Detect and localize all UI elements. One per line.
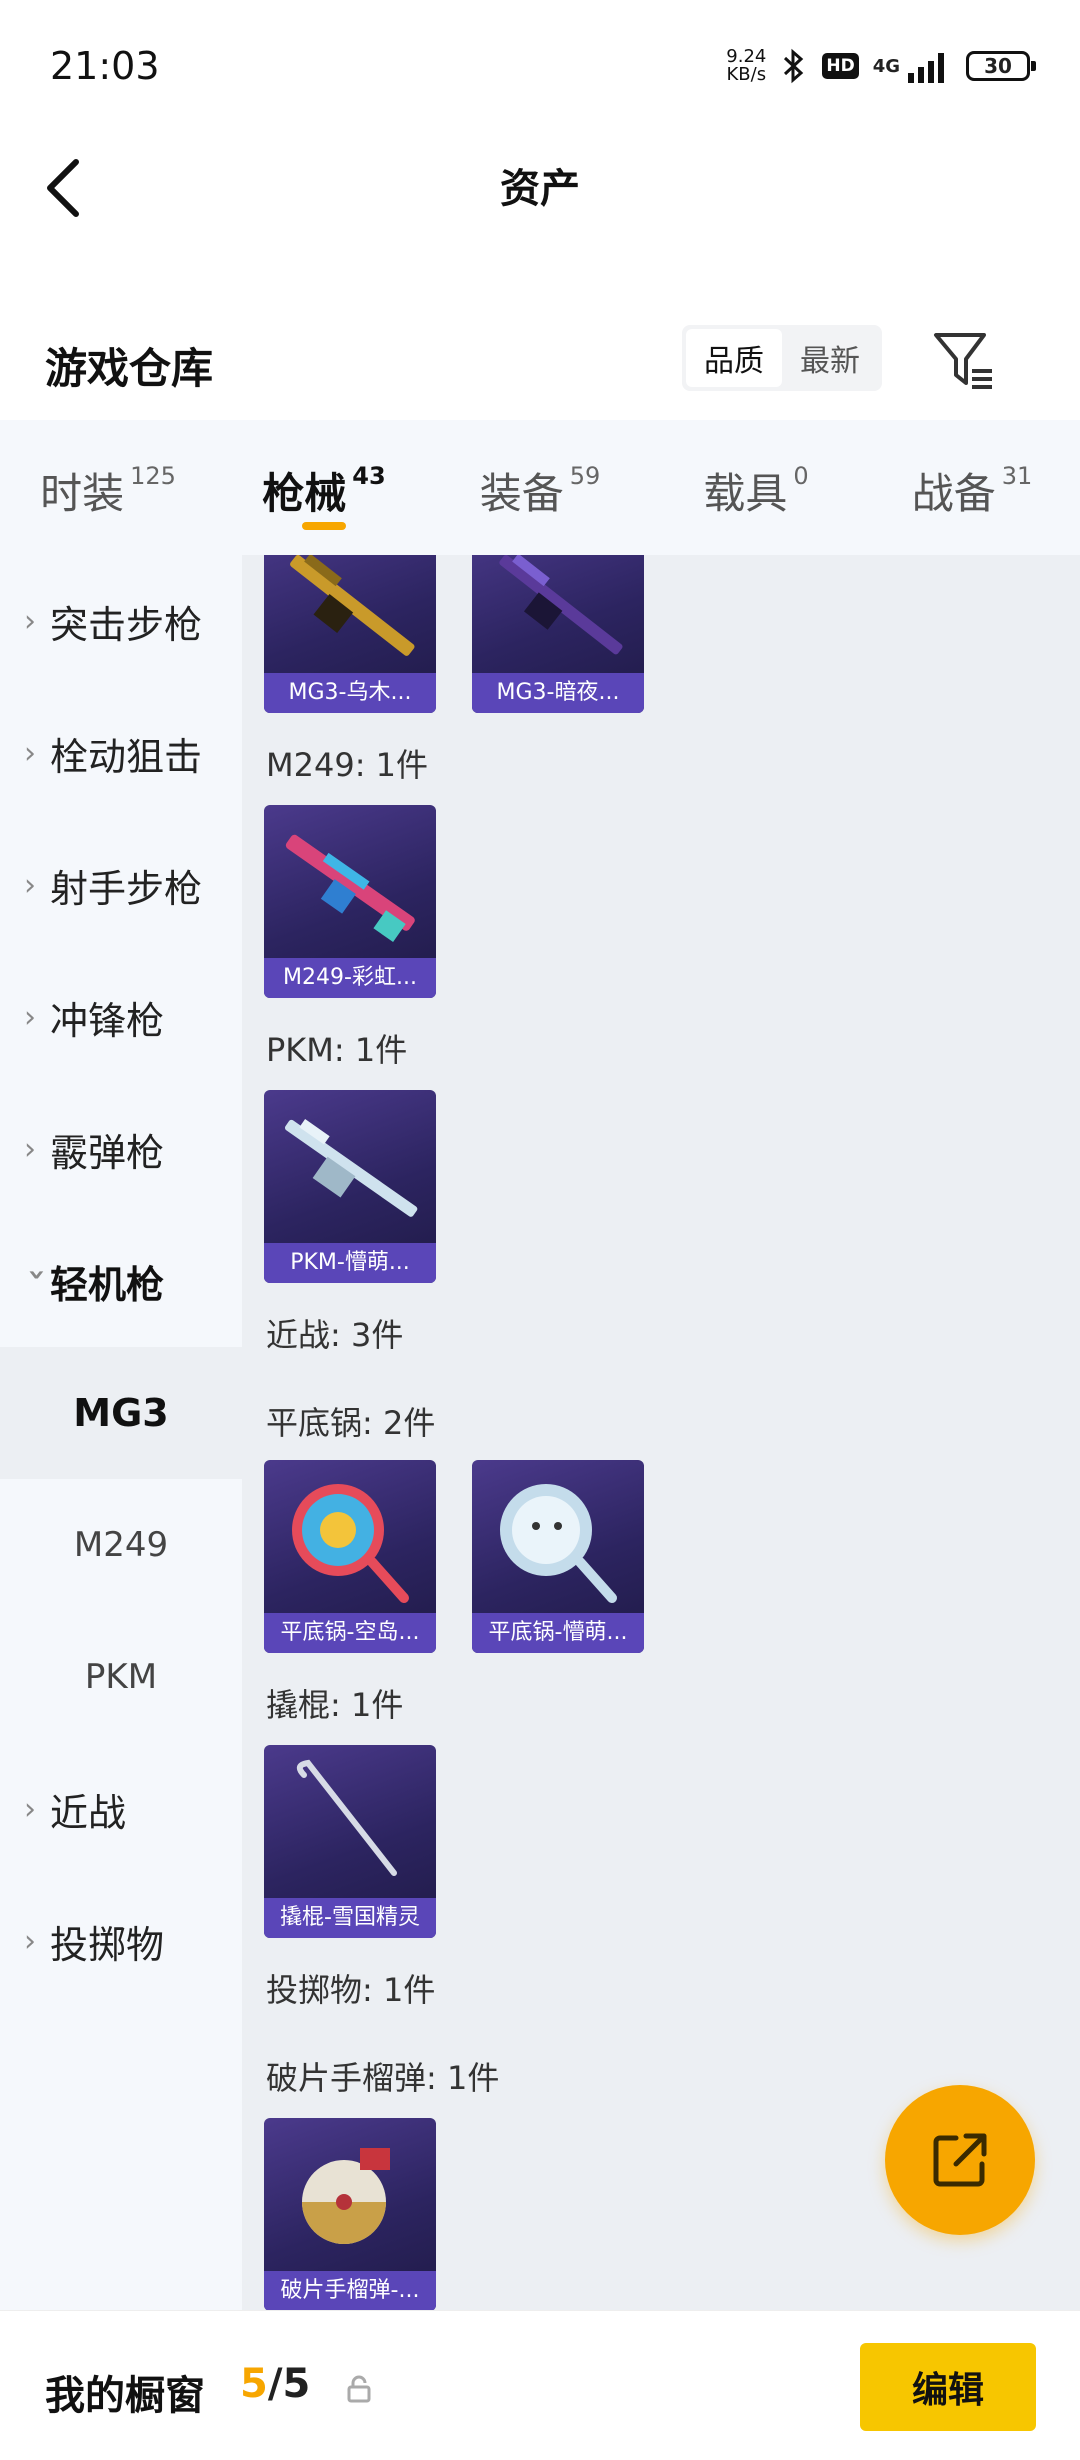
tab-guns[interactable]: 枪械 43 (216, 420, 432, 555)
group-label-pkm: PKM: 1件 (266, 1031, 408, 1069)
sidebar-item-bolt-sniper[interactable]: › 栓动狙击 (0, 687, 242, 819)
sort-toggle: 品质 最新 (682, 325, 882, 391)
chevron-right-icon: › (24, 603, 36, 639)
signal-icon (908, 53, 944, 83)
status-icons: 9.24 KB/s HD 4G 30 (726, 44, 1036, 88)
section-header: 游戏仓库 品质 最新 (0, 310, 1080, 420)
grenade-art (302, 2148, 390, 2244)
group-label-throwables: 投掷物: 1件 (266, 1971, 436, 2009)
page-title: 资产 (500, 166, 580, 212)
network-type: 4G (872, 55, 900, 77)
chevron-right-icon: › (24, 999, 36, 1035)
group-label-m249: M249: 1件 (266, 746, 429, 784)
pkm-ice-gun-art (284, 1119, 418, 1217)
mg3-gold-gun-art (290, 555, 415, 656)
battery-indicator: 30 (966, 51, 1036, 81)
item-label: 平底锅-懵萌... (472, 1613, 644, 1653)
item-card[interactable]: 撬棍-雪国精灵 (264, 1745, 436, 1938)
sidebar-item-throwables[interactable]: › 投掷物 (0, 1875, 242, 2007)
sidebar-item-marksman-rifle[interactable]: › 射手步枪 (0, 819, 242, 951)
tab-vehicles[interactable]: 载具 0 (648, 420, 864, 555)
bottom-bar: 我的橱窗 5/5 编辑 (0, 2310, 1080, 2460)
sidebar-subitem-pkm[interactable]: PKM (0, 1611, 242, 1743)
sort-quality[interactable]: 品质 (686, 329, 782, 387)
sidebar-item-shotgun[interactable]: › 霰弹枪 (0, 1083, 242, 1215)
group-label-pan: 平底锅: 2件 (266, 1404, 436, 1442)
edit-button[interactable]: 编辑 (860, 2343, 1036, 2431)
lock-icon (347, 2375, 371, 2403)
item-label: MG3-乌木... (264, 673, 436, 713)
crowbar-art (296, 1759, 397, 1876)
bluetooth-icon (784, 48, 804, 84)
chevron-right-icon: › (24, 867, 36, 903)
status-bar: 21:03 9.24 KB/s HD 4G 30 (0, 0, 1080, 130)
group-label-crowbar: 撬棍: 1件 (266, 1686, 404, 1724)
filter-icon[interactable] (930, 325, 1000, 395)
sort-newest[interactable]: 最新 (782, 329, 878, 387)
item-card[interactable]: MG3-暗夜... (472, 555, 644, 713)
share-button[interactable] (885, 2085, 1035, 2235)
chevron-down-icon: › (19, 1268, 55, 1281)
chevron-right-icon: › (24, 1923, 36, 1959)
item-label: 撬棍-雪国精灵 (264, 1898, 436, 1938)
network-speed: 9.24 KB/s (726, 46, 767, 85)
item-grid: MG3-乌木... MG3-暗夜... M249: 1件 M249-彩虹... … (242, 555, 1080, 2310)
item-label: 破片手榴弹-... (264, 2271, 436, 2310)
item-card[interactable]: 平底锅-空岛... (264, 1460, 436, 1653)
section-title: 游戏仓库 (45, 344, 214, 393)
item-card[interactable]: PKM-懵萌... (264, 1090, 436, 1283)
item-label: M249-彩虹... (264, 958, 436, 998)
title-bar: 资产 (0, 130, 1080, 290)
item-card[interactable]: 平底锅-懵萌... (472, 1460, 644, 1653)
sidebar-subitem-mg3[interactable]: MG3 (0, 1347, 242, 1479)
item-card[interactable]: 破片手榴弹-... (264, 2118, 436, 2310)
external-link-icon (933, 2133, 987, 2187)
sidebar-item-assault-rifle[interactable]: › 突击步枪 (0, 555, 242, 687)
status-time: 21:03 (50, 44, 160, 88)
item-card[interactable]: MG3-乌木... (264, 555, 436, 713)
tab-equipment[interactable]: 装备 59 (432, 420, 648, 555)
sidebar-item-smg[interactable]: › 冲锋枪 (0, 951, 242, 1083)
pan-cute-art (500, 1484, 617, 1603)
item-label: MG3-暗夜... (472, 673, 644, 713)
sidebar-item-lmg[interactable]: › 轻机枪 (0, 1215, 242, 1347)
showcase-label: 我的橱窗 (45, 2373, 205, 2419)
sidebar-subitem-m249[interactable]: M249 (0, 1479, 242, 1611)
chevron-right-icon: › (24, 1791, 36, 1827)
pan-colorful-art (292, 1484, 409, 1603)
sidebar-item-melee[interactable]: › 近战 (0, 1743, 242, 1875)
tab-fashion[interactable]: 时装 125 (0, 420, 216, 555)
group-label-melee: 近战: 3件 (266, 1316, 404, 1354)
m249-rainbow-gun-art (285, 834, 415, 943)
group-label-frag-grenade: 破片手榴弹: 1件 (266, 2059, 500, 2097)
item-card[interactable]: M249-彩虹... (264, 805, 436, 998)
category-tabs: 时装 125 枪械 43 装备 59 载具 0 战备 31 (0, 420, 1080, 555)
mg3-dark-gun-art (499, 555, 623, 655)
item-label: PKM-懵萌... (264, 1243, 436, 1283)
hd-badge: HD (822, 53, 859, 79)
chevron-right-icon: › (24, 735, 36, 771)
sidebar: › 突击步枪 › 栓动狙击 › 射手步枪 › 冲锋枪 › 霰弹枪 › 轻机枪 MG3 M24… (0, 555, 242, 2310)
chevron-right-icon: › (24, 1131, 36, 1167)
tab-supplies[interactable]: 战备 31 (864, 420, 1080, 555)
item-label: 平底锅-空岛... (264, 1613, 436, 1653)
showcase-count: 5/5 (240, 2361, 311, 2407)
